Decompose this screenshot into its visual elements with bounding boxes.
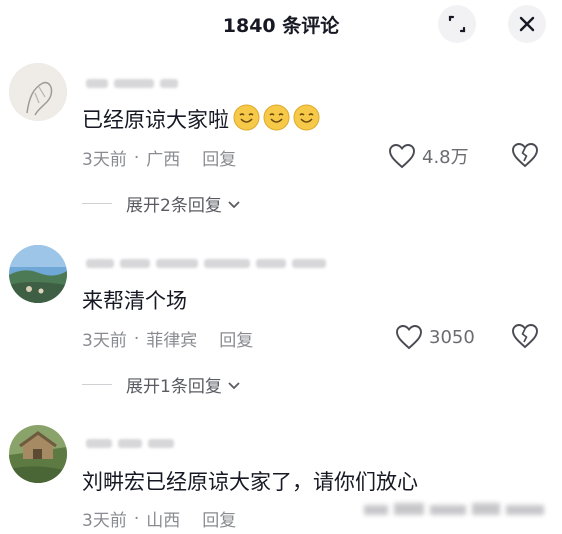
expand-replies-button[interactable]: 展开2条回复 bbox=[82, 191, 242, 216]
watermark bbox=[360, 497, 550, 523]
expand-replies-button[interactable]: 展开1条回复 bbox=[82, 372, 242, 397]
expand-replies-label: 展开1条回复 bbox=[126, 377, 222, 397]
comment-location: 山西 bbox=[146, 511, 181, 531]
dislike-button[interactable] bbox=[510, 322, 540, 352]
like-count: 4.8万 bbox=[422, 147, 469, 168]
like-count: 3050 bbox=[429, 326, 475, 348]
broken-heart-icon bbox=[512, 143, 538, 168]
chevron-down-icon bbox=[228, 200, 240, 208]
reply-button[interactable]: 回复 bbox=[202, 145, 236, 170]
broken-heart-icon bbox=[512, 324, 538, 349]
like-button[interactable]: 3050 bbox=[395, 324, 475, 350]
comment-location: 菲律宾 bbox=[146, 331, 198, 351]
comment-text: 来帮清个场 bbox=[82, 289, 187, 313]
close-button[interactable] bbox=[508, 5, 546, 43]
heart-icon bbox=[389, 144, 415, 169]
smile-emoji bbox=[233, 104, 260, 131]
comment-text: 已经原谅大家啦 bbox=[82, 104, 320, 134]
comment-location: 广西 bbox=[146, 150, 181, 170]
avatar[interactable] bbox=[9, 63, 67, 121]
like-button[interactable]: 4.8万 bbox=[388, 143, 469, 169]
expand-replies-label: 展开2条回复 bbox=[126, 196, 222, 216]
chevron-down-icon bbox=[228, 381, 240, 389]
comment-meta: 3天前 · 广西 回复 bbox=[82, 145, 236, 171]
close-icon bbox=[519, 16, 535, 32]
comments-header: 1840 条评论 bbox=[0, 0, 562, 52]
comment-time: 3天前 bbox=[82, 331, 127, 351]
expand-icon bbox=[448, 15, 466, 33]
comment-meta: 3天前 · 菲律宾 回复 bbox=[82, 326, 253, 352]
reply-button[interactable]: 回复 bbox=[219, 326, 253, 351]
comment-text: 刘畊宏已经原谅大家了，请你们放心 bbox=[82, 470, 418, 494]
comment-meta: 3天前 · 山西 回复 bbox=[82, 506, 236, 532]
avatar[interactable] bbox=[9, 245, 67, 303]
username-redacted bbox=[86, 437, 174, 449]
comment-count-title: 1840 条评论 bbox=[222, 15, 340, 37]
expand-button[interactable] bbox=[438, 5, 476, 43]
avatar[interactable] bbox=[9, 425, 67, 483]
heart-icon bbox=[396, 325, 422, 350]
username-redacted bbox=[86, 257, 326, 269]
comment-time: 3天前 bbox=[82, 511, 127, 531]
emoji-row bbox=[233, 104, 320, 131]
smile-emoji bbox=[263, 104, 290, 131]
smile-emoji bbox=[293, 104, 320, 131]
username-redacted bbox=[86, 77, 178, 89]
comment-time: 3天前 bbox=[82, 150, 127, 170]
reply-button[interactable]: 回复 bbox=[202, 506, 236, 531]
dislike-button[interactable] bbox=[510, 141, 540, 171]
